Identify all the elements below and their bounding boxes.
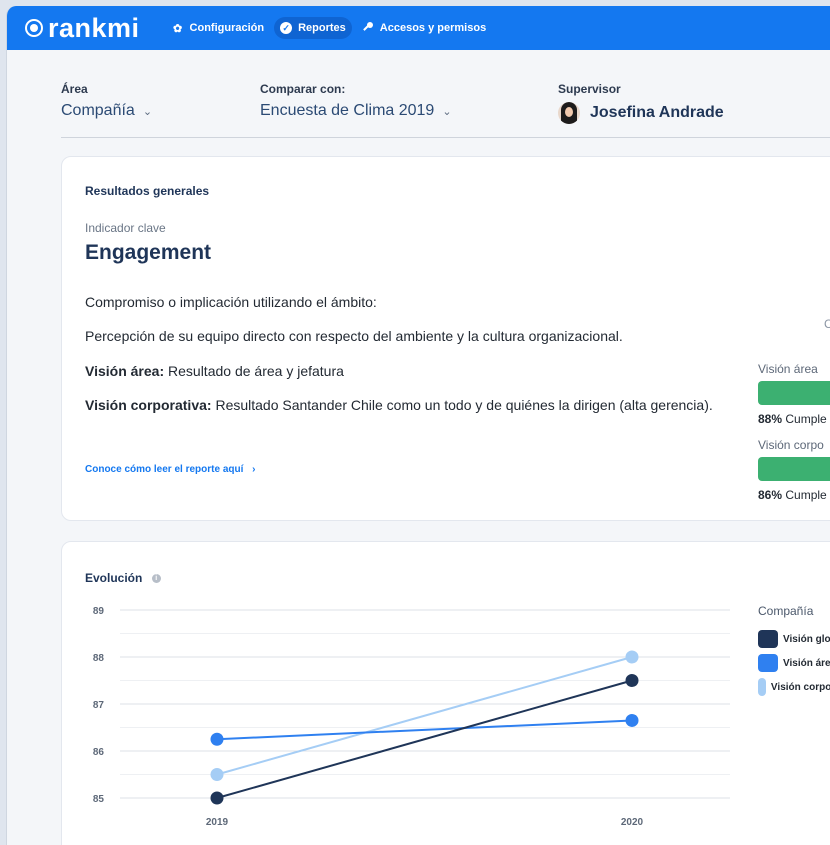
data-point — [210, 791, 224, 805]
area-result-status: Cumple — [785, 412, 827, 426]
evolution-title: Evolución i — [85, 571, 161, 585]
results-card: Resultados generales Indicador clave Eng… — [61, 156, 830, 521]
legend-swatch — [758, 654, 778, 672]
info-icon[interactable]: i — [151, 574, 161, 584]
corp-result-pct: 86% — [758, 488, 783, 502]
chevron-right-icon: › — [252, 464, 256, 475]
legend-title: Compañía — [758, 604, 814, 618]
data-point — [625, 650, 639, 664]
check-circle-icon: ✓ — [280, 22, 293, 34]
logo-mark-icon — [25, 19, 43, 37]
area-dropdown[interactable]: Compañía ⌄ — [61, 102, 152, 120]
data-point — [625, 713, 639, 727]
vision-corp-description: Visión corporativa: Resultado Santander … — [85, 395, 725, 416]
legend-item-global[interactable]: Visión global — [758, 630, 830, 648]
filters-bar: Área Compañía ⌄ Comparar con: Encuesta d… — [61, 82, 830, 138]
y-tick-label: 89 — [93, 606, 105, 617]
y-tick-label: 87 — [93, 700, 105, 711]
area-result-pct: 88% — [758, 412, 783, 426]
indicator-title: Engagement — [85, 241, 212, 264]
series-line — [216, 719, 633, 741]
gear-icon: ✿ — [172, 22, 183, 35]
description-line-2: Percepción de su equipo directo con resp… — [85, 328, 623, 344]
supervisor-selector[interactable]: Josefina Andrade — [558, 102, 724, 124]
vision-corp-label: Visión corporativa: — [85, 397, 212, 413]
y-tick-label: 86 — [93, 747, 105, 758]
nav-configuracion-label: Configuración — [189, 22, 265, 34]
supervisor-filter[interactable]: Supervisor Josefina Andrade — [558, 82, 724, 124]
key-indicator-label: Indicador clave — [85, 221, 166, 235]
compare-filter[interactable]: Comparar con: Encuesta de Clima 2019 ⌄ — [260, 82, 452, 120]
evolution-line-chart: 85 86 87 88 89 2019 2020 — [93, 606, 730, 828]
corp-result-bar — [758, 457, 830, 481]
y-tick-label: 88 — [93, 653, 105, 664]
data-point — [625, 674, 639, 687]
area-filter[interactable]: Área Compañía ⌄ — [61, 82, 152, 120]
results-section-title: Resultados generales — [85, 184, 210, 198]
evolution-card: Evolución i 85 86 87 88 89 2019 2020 Compañía … — [61, 541, 830, 845]
vision-corp-text: Resultado Santander Chile como un todo y… — [211, 397, 713, 413]
legend-item-label: Visión área — [783, 657, 830, 669]
nav-reportes[interactable]: ✓ Reportes — [274, 17, 352, 39]
compare-filter-label: Comparar con: — [260, 82, 346, 96]
area-result-text: 88% Cumple — [758, 412, 827, 426]
compare-dropdown-value: Encuesta de Clima 2019 — [260, 102, 435, 119]
nav-accesos-label: Accesos y permisos — [379, 22, 487, 34]
chart-legend: Compañía Visión global Visión área Visió… — [758, 604, 830, 702]
supervisor-name: Josefina Andrade — [590, 104, 724, 121]
chevron-down-icon: ⌄ — [142, 105, 153, 118]
nav-configuracion[interactable]: ✿ Configuración — [166, 17, 271, 40]
side-area-label: Visión área — [758, 362, 818, 376]
chevron-down-icon: ⌄ — [442, 105, 452, 118]
series-line — [216, 679, 633, 799]
data-point — [210, 732, 224, 746]
legend-item-label: Visión corporativa — [770, 681, 830, 693]
legend-item-corp[interactable]: Visión corporativa — [758, 678, 830, 696]
x-tick-label: 2020 — [621, 817, 644, 828]
legend-swatch — [758, 630, 778, 648]
legend-swatch — [758, 678, 766, 696]
nav-accesos[interactable]: Accesos y permisos — [356, 16, 492, 41]
nav-reportes-label: Reportes — [298, 22, 346, 34]
vision-area-text: Resultado de área y jefatura — [164, 363, 344, 379]
corp-result-status: Cumple — [785, 488, 827, 502]
read-report-link-label: Conoce cómo leer el reporte aquí — [85, 464, 244, 475]
avatar — [558, 102, 580, 124]
side-corp-label: Visión corpo — [758, 438, 824, 452]
side-header-fragment: C — [824, 317, 830, 331]
read-report-link[interactable]: Conoce cómo leer el reporte aquí › — [85, 464, 256, 475]
vision-area-label: Visión área: — [85, 363, 165, 379]
area-filter-label: Área — [61, 82, 88, 96]
supervisor-filter-label: Supervisor — [558, 82, 621, 96]
data-point — [210, 768, 224, 781]
area-dropdown-value: Compañía — [61, 102, 135, 119]
corp-result-text: 86% Cumple — [758, 488, 827, 502]
legend-item-area[interactable]: Visión área — [758, 654, 830, 672]
rankmi-logo[interactable]: rankmi — [25, 12, 140, 43]
x-tick-label: 2019 — [206, 817, 229, 828]
area-result-bar — [758, 381, 830, 405]
vision-area-description: Visión área: Resultado de área y jefatur… — [85, 361, 725, 382]
evolution-title-text: Evolución — [85, 571, 143, 585]
app-window: rankmi ✿ Configuración ✓ Reportes Acceso… — [6, 6, 830, 845]
logo-text: rankmi — [48, 12, 140, 43]
compare-dropdown[interactable]: Encuesta de Clima 2019 ⌄ — [260, 102, 452, 120]
top-navbar: rankmi ✿ Configuración ✓ Reportes Acceso… — [7, 6, 830, 50]
legend-item-label: Visión global — [783, 633, 830, 645]
key-icon — [362, 21, 374, 36]
y-tick-label: 85 — [93, 794, 105, 805]
description-line-1: Compromiso o implicación utilizando el á… — [85, 294, 377, 310]
series-line — [216, 656, 633, 776]
